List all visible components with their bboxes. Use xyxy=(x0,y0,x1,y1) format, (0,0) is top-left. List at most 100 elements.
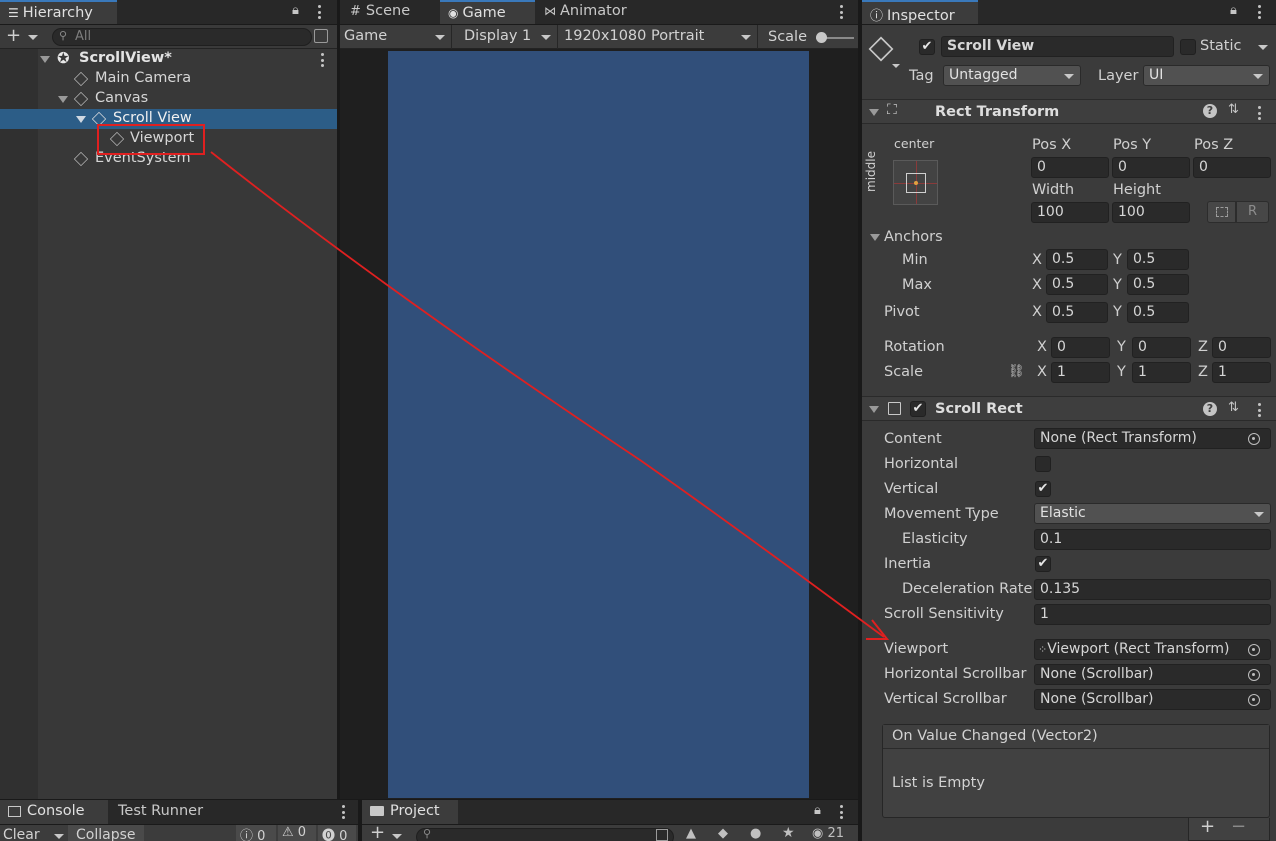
tab-inspector[interactable]: ⓘ Inspector xyxy=(862,0,978,24)
tab-animator[interactable]: ⋈ Animator xyxy=(536,0,635,24)
constrain-proportions-icon[interactable]: ⛓ xyxy=(1008,364,1025,379)
rect-transform-header[interactable]: ⛶ Rect Transform ? ⇅ xyxy=(862,99,1276,124)
clear-button[interactable]: Clear xyxy=(3,827,40,841)
scene-row[interactable]: ✪ ScrollView* xyxy=(0,49,337,69)
error-count-toggle[interactable]: ⓿ 0 xyxy=(318,825,356,841)
search-filter-icon[interactable] xyxy=(314,29,328,43)
scroll-rect-header[interactable]: ✔ Scroll Rect ? ⇅ xyxy=(862,396,1276,421)
hidden-packages-toggle[interactable]: ◉ 21 xyxy=(812,826,844,841)
scroll-rect-enabled-checkbox[interactable]: ✔ xyxy=(910,401,926,417)
hierarchy-menu-icon[interactable] xyxy=(317,5,321,19)
anchor-min-x-field[interactable]: 0.5 xyxy=(1046,249,1108,270)
raw-edit-button[interactable]: R xyxy=(1236,201,1269,223)
object-picker-icon[interactable] xyxy=(1248,669,1260,681)
presets-icon[interactable]: ⇅ xyxy=(1228,102,1239,117)
scene-menu-icon[interactable] xyxy=(320,53,324,67)
scale-y-field[interactable]: 1 xyxy=(1132,362,1191,383)
tree-item-main-camera[interactable]: Main Camera xyxy=(0,69,337,89)
console-menu-icon[interactable] xyxy=(341,805,345,819)
vertical-checkbox[interactable]: ✔ xyxy=(1035,481,1051,497)
inspector-menu-icon[interactable] xyxy=(1257,5,1261,19)
icon-dropdown-arrow[interactable] xyxy=(892,64,900,68)
pivot-y-field[interactable]: 0.5 xyxy=(1127,302,1189,323)
object-name-field[interactable]: Scroll View xyxy=(941,36,1174,57)
display-dropdown[interactable]: Display 1 xyxy=(456,25,558,49)
static-dropdown-arrow[interactable] xyxy=(1258,45,1268,50)
anchor-max-x-field[interactable]: 0.5 xyxy=(1046,274,1108,295)
scroll-sensitivity-field[interactable]: 1 xyxy=(1034,604,1271,625)
add-dropdown-icon[interactable] xyxy=(28,35,38,40)
tab-game[interactable]: ◉ Game xyxy=(440,0,535,24)
content-field[interactable]: None (Rect Transform) xyxy=(1034,428,1271,449)
filter-by-type-icon[interactable]: ▲ xyxy=(686,826,696,841)
height-field[interactable]: 100 xyxy=(1112,202,1190,223)
tab-scene[interactable]: # Scene xyxy=(342,0,418,24)
hierarchy-search-input[interactable]: ⚲ All xyxy=(52,28,312,46)
anchor-min-y-field[interactable]: 0.5 xyxy=(1127,249,1189,270)
create-dropdown-icon[interactable] xyxy=(392,834,402,839)
search-filter-icon[interactable] xyxy=(656,829,668,841)
pos-z-field[interactable]: 0 xyxy=(1193,157,1271,178)
presets-icon[interactable]: ⇅ xyxy=(1228,400,1239,415)
layer-dropdown[interactable]: UI xyxy=(1143,65,1270,86)
expand-arrow-icon[interactable] xyxy=(40,56,50,63)
tag-dropdown[interactable]: Untagged xyxy=(943,65,1081,86)
object-picker-icon[interactable] xyxy=(1248,433,1260,445)
log-count-toggle[interactable]: ⓘ 0 xyxy=(236,825,276,841)
object-picker-icon[interactable] xyxy=(1248,694,1260,706)
remove-listener-button[interactable]: − xyxy=(1231,816,1246,837)
vertical-scrollbar-field[interactable]: None (Scrollbar) xyxy=(1034,689,1271,710)
inertia-checkbox[interactable]: ✔ xyxy=(1035,556,1051,572)
anchor-max-y-field[interactable]: 0.5 xyxy=(1127,274,1189,295)
scale-slider[interactable] xyxy=(816,32,854,43)
anchors-fold-icon[interactable] xyxy=(870,234,880,241)
elasticity-field[interactable]: 0.1 xyxy=(1034,529,1271,550)
rotation-z-field[interactable]: 0 xyxy=(1212,337,1271,358)
component-menu-icon[interactable] xyxy=(1257,403,1261,417)
blueprint-mode-button[interactable] xyxy=(1207,201,1236,223)
favorite-icon[interactable]: ★ xyxy=(782,825,795,841)
tab-hierarchy[interactable]: ☰ Hierarchy xyxy=(0,0,117,24)
anchor-presets-button[interactable] xyxy=(893,160,938,205)
view-dropdown[interactable]: Game xyxy=(340,25,452,49)
component-menu-icon[interactable] xyxy=(1257,106,1261,120)
project-search-input[interactable]: ⚲ xyxy=(416,827,674,841)
fold-arrow-icon[interactable] xyxy=(869,406,879,413)
tree-item-canvas[interactable]: Canvas xyxy=(0,89,337,109)
add-object-button[interactable]: + xyxy=(6,25,21,46)
collapse-button[interactable]: Collapse xyxy=(68,825,144,841)
scale-slider-knob[interactable] xyxy=(816,32,827,43)
filter-by-label-icon[interactable]: ◆ xyxy=(718,826,728,841)
help-icon[interactable]: ? xyxy=(1203,402,1217,416)
static-checkbox[interactable] xyxy=(1180,39,1196,55)
expand-arrow-icon[interactable] xyxy=(58,96,68,103)
pos-y-field[interactable]: 0 xyxy=(1112,157,1190,178)
help-icon[interactable]: ? xyxy=(1203,104,1217,118)
pos-x-field[interactable]: 0 xyxy=(1031,157,1109,178)
lock-icon[interactable]: 🔒︎ xyxy=(814,803,821,818)
project-menu-icon[interactable] xyxy=(839,805,843,819)
create-asset-button[interactable]: + xyxy=(370,825,385,841)
resolution-dropdown[interactable]: 1920x1080 Portrait xyxy=(560,25,758,49)
filter-log-icon[interactable]: ● xyxy=(750,826,761,841)
tab-console[interactable]: Console xyxy=(0,800,108,824)
horizontal-checkbox[interactable] xyxy=(1035,456,1051,472)
scale-x-field[interactable]: 1 xyxy=(1051,362,1110,383)
active-checkbox[interactable]: ✔ xyxy=(919,39,935,55)
lock-icon[interactable]: 🔒︎ xyxy=(292,3,299,18)
rotation-y-field[interactable]: 0 xyxy=(1132,337,1191,358)
deceleration-rate-field[interactable]: 0.135 xyxy=(1034,579,1271,600)
pivot-x-field[interactable]: 0.5 xyxy=(1046,302,1108,323)
movement-type-dropdown[interactable]: Elastic xyxy=(1034,503,1271,524)
tab-project[interactable]: Project xyxy=(362,800,458,824)
horizontal-scrollbar-field[interactable]: None (Scrollbar) xyxy=(1034,664,1271,685)
clear-dropdown-icon[interactable] xyxy=(54,834,64,839)
tab-test-runner[interactable]: Test Runner xyxy=(110,800,211,824)
fold-arrow-icon[interactable] xyxy=(869,109,879,116)
scale-z-field[interactable]: 1 xyxy=(1212,362,1271,383)
viewport-field[interactable]: ⁘Viewport (Rect Transform) xyxy=(1034,639,1271,660)
expand-arrow-icon[interactable] xyxy=(76,116,86,123)
lock-icon[interactable]: 🔒︎ xyxy=(1230,3,1237,18)
rotation-x-field[interactable]: 0 xyxy=(1051,337,1110,358)
warning-count-toggle[interactable]: ⚠ 0 xyxy=(278,825,316,841)
